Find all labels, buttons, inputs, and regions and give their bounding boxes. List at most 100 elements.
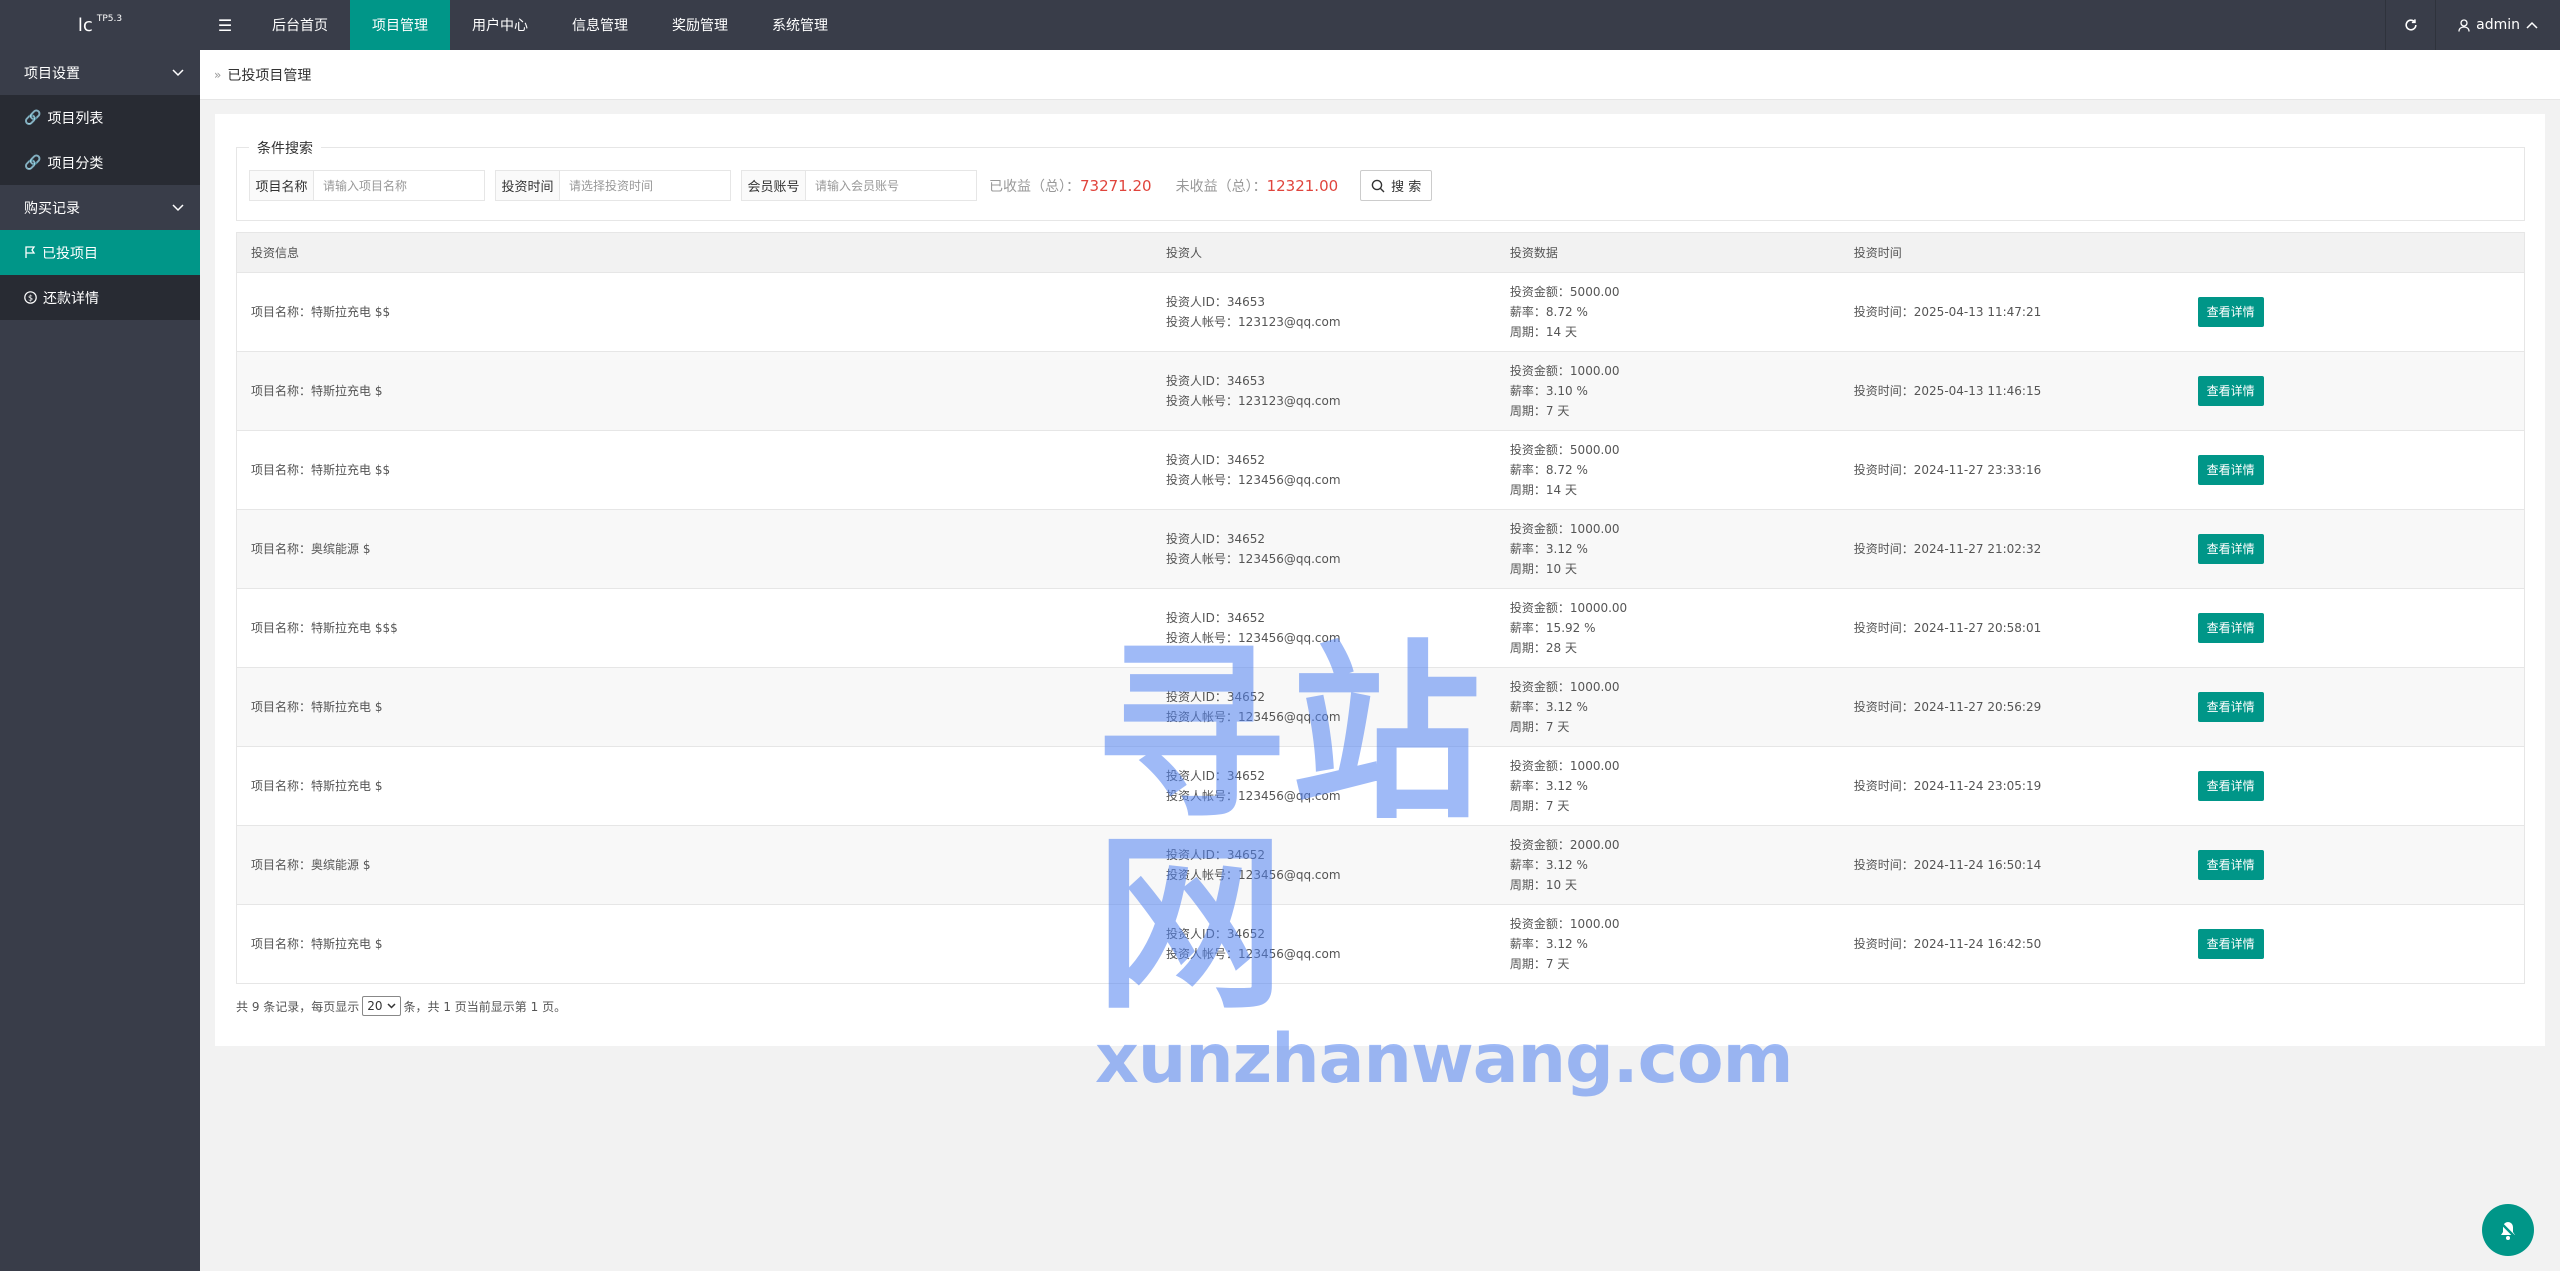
invest-time: 投资时间：2024-11-24 23:05:19 [1853, 779, 2042, 793]
view-details-button[interactable]: 查看详情 [2197, 297, 2264, 327]
view-details-button[interactable]: 查看详情 [2197, 692, 2264, 722]
chevron-down-icon [172, 203, 184, 211]
view-details-button[interactable]: 查看详情 [2197, 455, 2264, 485]
nav-tab-home[interactable]: 后台首页 [250, 0, 350, 50]
invest-rate: 薪率：3.12 % [1509, 700, 1588, 714]
table-row: 项目名称：奥缤能源 $ 投资人ID：34652 投资人帐号：123456@qq.co… [236, 825, 2525, 905]
floating-support-button[interactable] [2482, 1204, 2534, 1256]
header-actions [2183, 232, 2525, 273]
invest-time: 投资时间：2024-11-27 21:02:32 [1853, 542, 2042, 556]
cell-actions: 查看详情 [2183, 351, 2525, 431]
menu-toggle-icon[interactable]: ☰ [200, 0, 250, 50]
invest-time-input[interactable]: 请选择投资时间 [560, 171, 730, 200]
table-row: 项目名称：奥缤能源 $ 投资人ID：34652 投资人帐号：123456@qq.co… [236, 509, 2525, 589]
invest-amount: 投资金额：5000.00 [1509, 285, 1620, 299]
cell-invest-time: 投资时间：2024-11-27 23:33:16 [1839, 430, 2184, 510]
project-name: 项目名称：奥缤能源 $ [251, 542, 371, 556]
nav-tab-project[interactable]: 项目管理 [350, 0, 450, 50]
sidebar: 项目设置 🔗 项目列表 🔗 项目分类 购买记录 已投项目 $ 还款详情 [0, 50, 200, 1271]
user-icon [2458, 18, 2470, 32]
cell-invest-time: 投资时间：2025-04-13 11:46:15 [1839, 351, 2184, 431]
cell-invest-time: 投资时间：2024-11-27 20:58:01 [1839, 588, 2184, 668]
invest-period: 周期：7 天 [1509, 404, 1570, 418]
link-icon: 🔗 [24, 154, 42, 171]
cell-project: 项目名称：特斯拉充电 $$ [236, 272, 1153, 352]
cell-actions: 查看详情 [2183, 825, 2525, 905]
refresh-icon[interactable] [2385, 0, 2435, 50]
nav-tab-system[interactable]: 系统管理 [750, 0, 850, 50]
sidebar-group-project-settings[interactable]: 项目设置 [0, 50, 200, 95]
investor-account: 投资人帐号：123456@qq.com [1166, 631, 1341, 645]
project-name-input[interactable]: 请输入项目名称 [314, 171, 484, 200]
cell-investor: 投资人ID：34652 投资人帐号：123456@qq.com [1152, 825, 1496, 905]
breadcrumb: » 已投项目管理 [200, 50, 2560, 100]
cell-invest-time: 投资时间：2024-11-24 23:05:19 [1839, 746, 2184, 826]
investor-id: 投资人ID：34653 [1166, 295, 1266, 309]
sidebar-item-project-list[interactable]: 🔗 项目列表 [0, 95, 200, 140]
cell-invest-data: 投资金额：1000.00 薪率：3.12 % 周期：7 天 [1495, 667, 1840, 747]
header-investor: 投资人 [1152, 232, 1496, 273]
cell-actions: 查看详情 [2183, 904, 2525, 984]
search-button-label: 搜 索 [1391, 180, 1422, 195]
search-icon [1371, 179, 1385, 192]
invest-period: 周期：7 天 [1509, 720, 1570, 734]
view-details-button[interactable]: 查看详情 [2197, 534, 2264, 564]
cell-actions: 查看详情 [2183, 588, 2525, 668]
invest-time: 投资时间：2024-11-24 16:50:14 [1853, 858, 2042, 872]
investor-id: 投资人ID：34653 [1166, 374, 1266, 388]
cell-invest-time: 投资时间：2024-11-27 20:56:29 [1839, 667, 2184, 747]
cell-investor: 投资人ID：34653 投资人帐号：123123@qq.com [1152, 272, 1496, 352]
investor-account: 投资人帐号：123456@qq.com [1166, 552, 1341, 566]
cell-invest-data: 投资金额：10000.00 薪率：15.92 % 周期：28 天 [1495, 588, 1840, 668]
sidebar-item-label: 项目列表 [47, 110, 104, 127]
cell-invest-data: 投资金额：1000.00 薪率：3.12 % 周期：7 天 [1495, 904, 1840, 984]
view-details-button[interactable]: 查看详情 [2197, 771, 2264, 801]
view-details-button[interactable]: 查看详情 [2197, 929, 2264, 959]
cell-invest-time: 投资时间：2025-04-13 11:47:21 [1839, 272, 2184, 352]
logo[interactable]: lc TP5.3 [0, 0, 200, 50]
nav-tab-info[interactable]: 信息管理 [550, 0, 650, 50]
investor-account: 投资人帐号：123456@qq.com [1166, 710, 1341, 724]
search-legend: 条件搜索 [249, 138, 321, 158]
sidebar-group-label: 购买记录 [24, 200, 80, 217]
per-page-select[interactable]: 20 [362, 996, 401, 1016]
pager-suffix: 条，共 1 页当前显示第 1 页。 [403, 999, 567, 1014]
cell-invest-data: 投资金额：1000.00 薪率：3.12 % 周期：7 天 [1495, 746, 1840, 826]
investor-account: 投资人帐号：123456@qq.com [1166, 947, 1341, 961]
cell-actions: 查看详情 [2183, 272, 2525, 352]
invest-amount: 投资金额：2000.00 [1509, 838, 1620, 852]
cell-actions: 查看详情 [2183, 509, 2525, 589]
invest-time: 投资时间：2025-04-13 11:46:15 [1853, 384, 2042, 398]
view-details-button[interactable]: 查看详情 [2197, 613, 2264, 643]
project-name: 项目名称：特斯拉充电 $ [251, 937, 383, 951]
sidebar-item-invested-projects[interactable]: 已投项目 [0, 230, 200, 275]
table-row: 项目名称：特斯拉充电 $$ 投资人ID：34653 投资人帐号：123123@qq.… [236, 272, 2525, 352]
view-details-button[interactable]: 查看详情 [2197, 376, 2264, 406]
invest-amount: 投资金额：1000.00 [1509, 917, 1620, 931]
cell-investor: 投资人ID：34653 投资人帐号：123123@qq.com [1152, 351, 1496, 431]
investor-account: 投资人帐号：123456@qq.com [1166, 868, 1341, 882]
nav-tab-rewards[interactable]: 奖励管理 [650, 0, 750, 50]
member-account-group: 会员账号 请输入会员账号 [741, 170, 977, 201]
invest-rate: 薪率：3.12 % [1509, 858, 1588, 872]
search-button[interactable]: 搜 索 [1360, 170, 1433, 201]
investor-account: 投资人帐号：123456@qq.com [1166, 789, 1341, 803]
user-menu[interactable]: admin [2435, 0, 2560, 50]
member-account-input[interactable]: 请输入会员账号 [806, 171, 976, 200]
invest-time: 投资时间：2025-04-13 11:47:21 [1853, 305, 2042, 319]
cell-investor: 投资人ID：34652 投资人帐号：123456@qq.com [1152, 746, 1496, 826]
sidebar-group-purchase-records[interactable]: 购买记录 [0, 185, 200, 230]
project-name: 项目名称：特斯拉充电 $$$ [251, 621, 398, 635]
table-row: 项目名称：特斯拉充电 $$$ 投资人ID：34652 投资人帐号：123456@qq… [236, 588, 2525, 668]
sidebar-item-project-category[interactable]: 🔗 项目分类 [0, 140, 200, 185]
nav-tab-users[interactable]: 用户中心 [450, 0, 550, 50]
investor-id: 投资人ID：34652 [1166, 690, 1266, 704]
invest-amount: 投资金额：1000.00 [1509, 759, 1620, 773]
invest-time: 投资时间：2024-11-24 16:42:50 [1853, 937, 2042, 951]
view-details-button[interactable]: 查看详情 [2197, 850, 2264, 880]
earned-label: 已收益（总）： [989, 178, 1080, 195]
sidebar-item-label: 项目分类 [47, 155, 104, 172]
cell-project: 项目名称：特斯拉充电 $ [236, 667, 1153, 747]
sidebar-item-repayment-details[interactable]: $ 还款详情 [0, 275, 200, 320]
sidebar-item-label: 已投项目 [42, 245, 98, 262]
